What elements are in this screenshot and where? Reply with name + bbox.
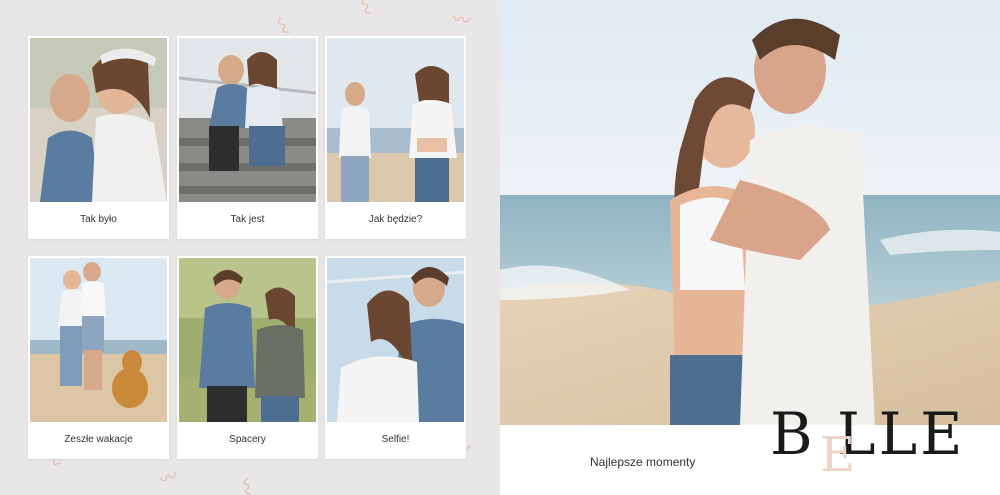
polaroid-photo [179, 38, 316, 202]
left-page: 〰 〰 〰 〰 〰 〰 〰 Tak było [0, 0, 500, 495]
polaroid-photo [30, 38, 167, 202]
right-page: Najlepsze momenty B LLE E [500, 0, 1000, 495]
photo-book-spread: 〰 〰 〰 〰 〰 〰 〰 Tak było [0, 0, 1000, 495]
polaroid-spacery[interactable]: Spacery [177, 256, 318, 459]
polaroid-zeszle-wakacje[interactable]: Zeszłe wakacje [28, 256, 169, 459]
decorative-squiggle: 〰 [450, 8, 472, 33]
main-photo-beach-couple [500, 0, 1000, 425]
polaroid-photo [327, 38, 464, 202]
polaroid-caption: Selfie! [381, 434, 410, 445]
polaroid-selfie[interactable]: Selfie! [325, 256, 466, 459]
polaroid-caption: Tak było [80, 214, 117, 225]
album-subtitle: Najlepsze momenty [590, 455, 696, 469]
polaroid-caption: Tak jest [230, 214, 265, 225]
polaroid-jak-bedzie[interactable]: Jak będzie? [325, 36, 466, 239]
decorative-squiggle: 〰 [351, 0, 378, 19]
logo-wordmark: B LLE [770, 400, 966, 468]
polaroid-caption: Jak będzie? [368, 214, 423, 225]
logo-overlay-letter: E [820, 427, 856, 483]
decorative-squiggle: 〰 [233, 476, 258, 495]
polaroid-caption: Zeszłe wakacje [64, 434, 133, 445]
polaroid-photo [179, 258, 316, 422]
polaroid-tak-jest[interactable]: Tak jest [177, 36, 318, 239]
polaroid-tak-bylo[interactable]: Tak było [28, 36, 169, 239]
polaroid-photo [327, 258, 464, 422]
polaroid-photo [30, 258, 167, 422]
decorative-squiggle: 〰 [156, 465, 181, 492]
belle-logo: B LLE E [770, 405, 980, 485]
polaroid-caption: Spacery [229, 434, 266, 445]
